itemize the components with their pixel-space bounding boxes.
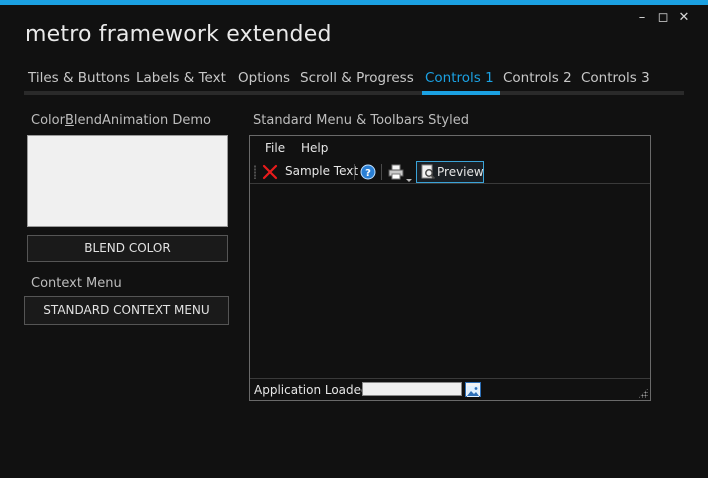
resize-grip[interactable] bbox=[638, 388, 648, 398]
standard-context-menu-button[interactable]: STANDARD CONTEXT MENU bbox=[24, 296, 229, 325]
minimize-button[interactable]: – bbox=[636, 10, 648, 26]
maximize-button[interactable]: ◻ bbox=[657, 10, 669, 26]
preview-label: Preview bbox=[437, 165, 484, 179]
close-button[interactable]: ✕ bbox=[678, 10, 690, 26]
tab-controls-2[interactable]: Controls 2 bbox=[503, 68, 572, 91]
window-controls: – ◻ ✕ bbox=[636, 10, 690, 26]
toolbar-sample-text[interactable]: Sample Text bbox=[285, 164, 358, 178]
tab-strip: Tiles & Buttons Labels & Text Options Sc… bbox=[24, 68, 684, 95]
delete-icon[interactable] bbox=[262, 164, 278, 180]
print-preview-icon bbox=[420, 164, 436, 180]
menu-bar: File Help bbox=[250, 136, 650, 160]
context-menu-label: Context Menu bbox=[31, 276, 122, 291]
help-icon[interactable]: ? bbox=[360, 164, 376, 180]
menu-help[interactable]: Help bbox=[301, 141, 328, 155]
blend-color-button[interactable]: BLEND COLOR bbox=[27, 235, 228, 262]
color-blend-label: ColorBlendAnimation Demo bbox=[31, 113, 212, 128]
app-title: metro framework extended bbox=[25, 22, 332, 47]
menu-file[interactable]: File bbox=[265, 141, 285, 155]
tab-tiles-buttons[interactable]: Tiles & Buttons bbox=[28, 68, 130, 91]
menu-toolbar-label: Standard Menu & Toolbars Styled bbox=[253, 113, 469, 128]
status-text: Application Loaded bbox=[254, 383, 369, 397]
status-bar: Application Loaded bbox=[250, 378, 650, 400]
tab-controls-1[interactable]: Controls 1 bbox=[425, 68, 494, 91]
tab-options[interactable]: Options bbox=[238, 68, 290, 91]
toolbar-separator bbox=[354, 164, 355, 180]
tab-underline bbox=[24, 91, 684, 95]
active-tab-indicator bbox=[422, 91, 500, 95]
status-progress-bar bbox=[362, 382, 462, 396]
tab-labels-text[interactable]: Labels & Text bbox=[136, 68, 226, 91]
toolbar: Sample Text ? Preview bbox=[250, 160, 650, 184]
svg-text:?: ? bbox=[365, 168, 371, 179]
accent-top-bar bbox=[0, 0, 708, 5]
tab-scroll-progress[interactable]: Scroll & Progress bbox=[300, 68, 414, 91]
chevron-down-icon[interactable] bbox=[406, 169, 412, 182]
image-icon[interactable] bbox=[465, 382, 481, 397]
menu-toolbar-host: File Help Sample Text ? Preview Applicat… bbox=[249, 135, 651, 401]
toolbar-separator bbox=[381, 164, 382, 180]
print-icon[interactable] bbox=[388, 164, 406, 180]
tab-controls-3[interactable]: Controls 3 bbox=[581, 68, 650, 91]
preview-button[interactable]: Preview bbox=[416, 161, 484, 183]
blend-color-panel bbox=[27, 135, 228, 227]
toolbar-grip[interactable] bbox=[254, 165, 256, 179]
